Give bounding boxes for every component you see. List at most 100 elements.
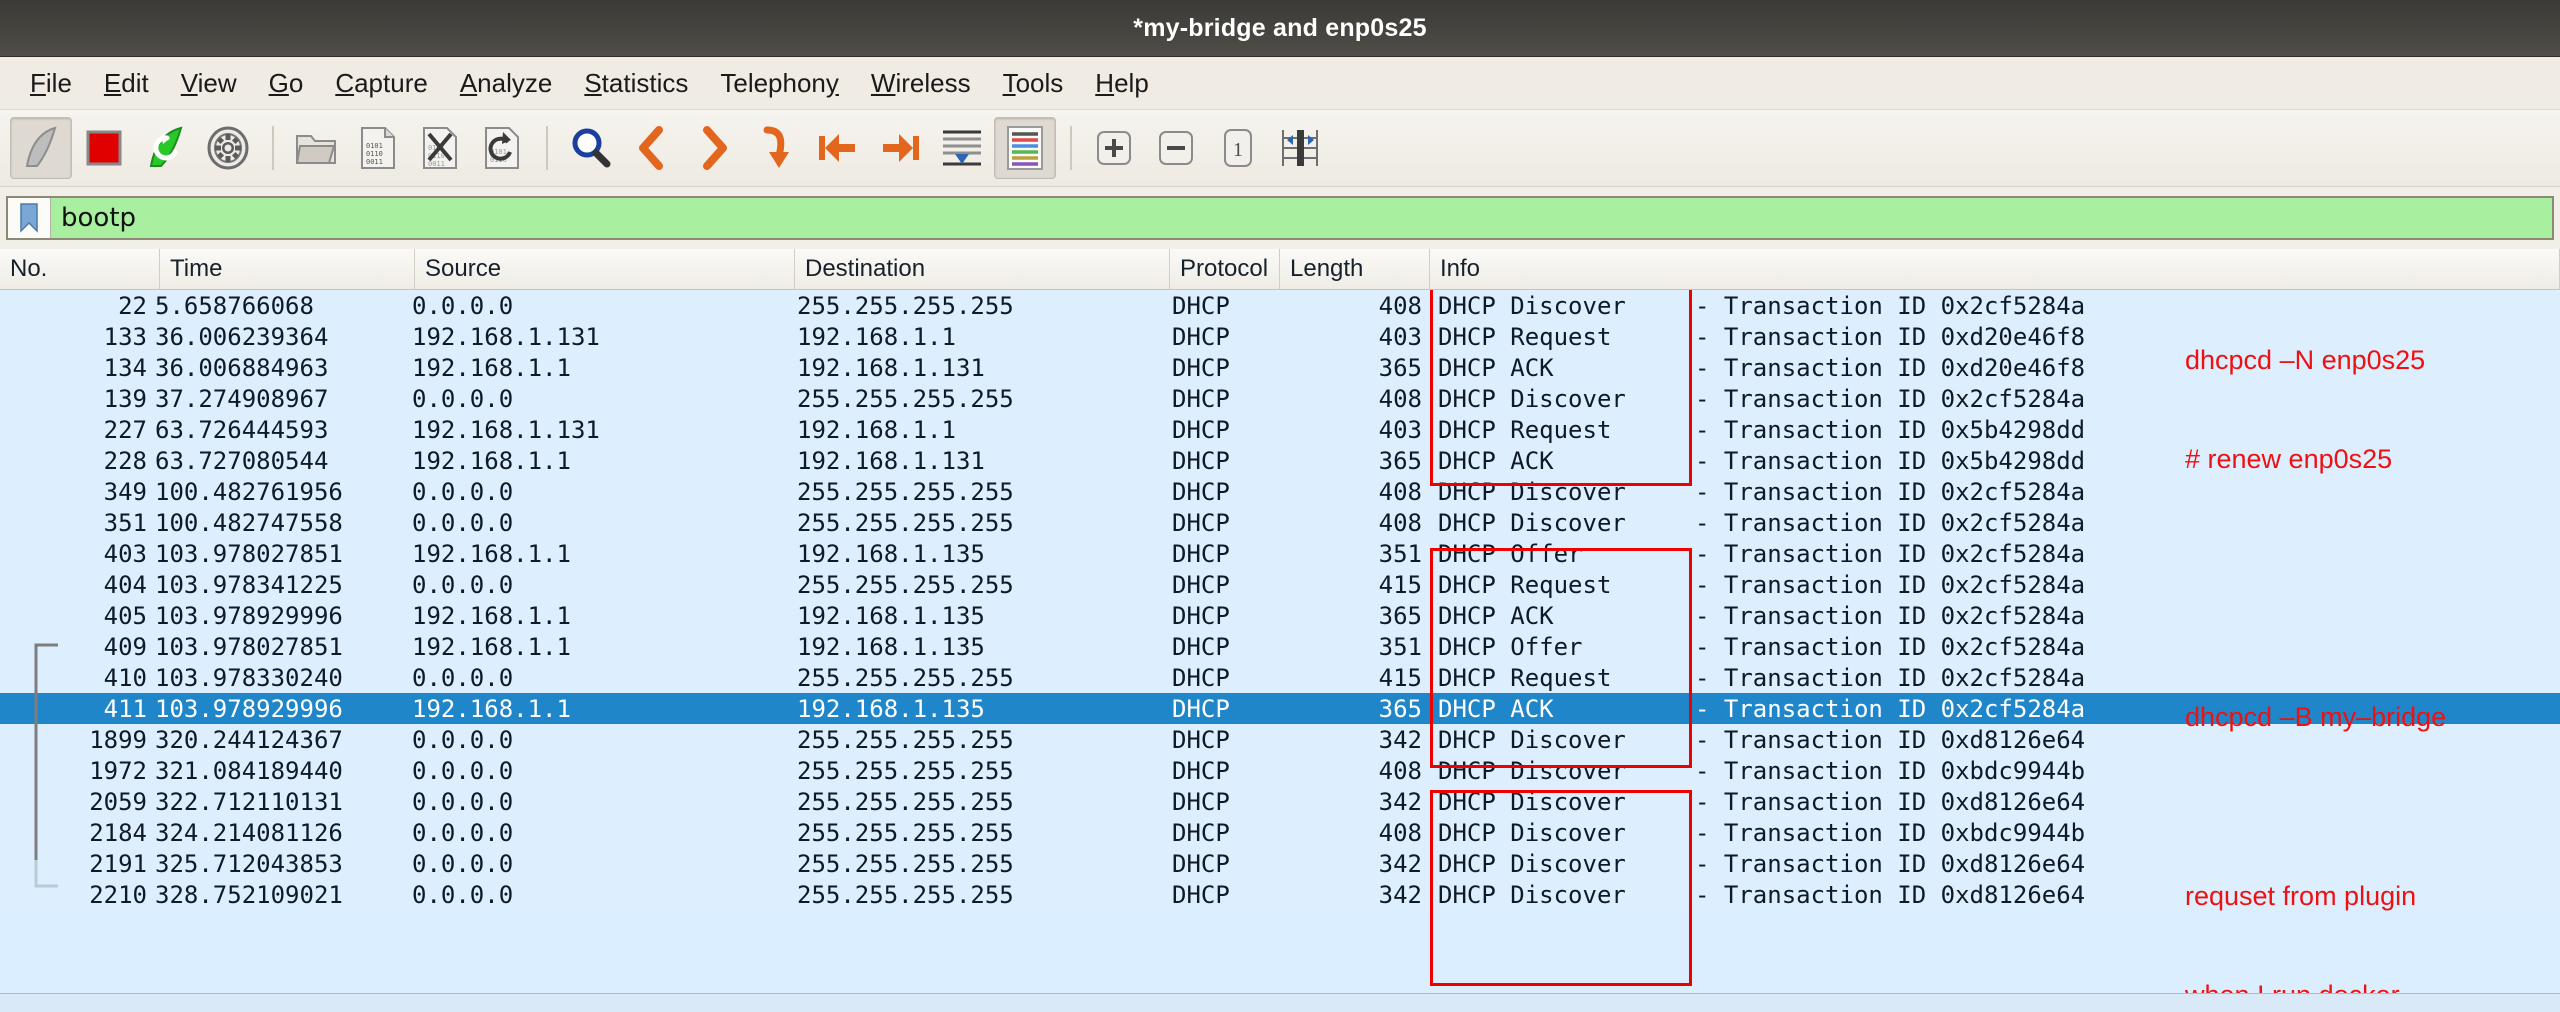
colorize-packets-icon[interactable] (994, 117, 1056, 179)
table-row[interactable]: 2191 325.712043853 0.0.0.0 255.255.255.255 D… (0, 848, 2560, 879)
table-row[interactable]: 410 103.978330240 0.0.0.0 255.255.255.255 DH… (0, 662, 2560, 693)
menu-item-edit[interactable]: Edit (88, 68, 165, 99)
cell-len: 342 (1378, 725, 1422, 754)
close-file-icon[interactable]: 0101 0110 0011 (410, 118, 470, 178)
table-row[interactable]: 351 100.482747558 0.0.0.0 255.255.255.255 DH… (0, 507, 2560, 538)
menu-item-telephony[interactable]: Telephony (704, 68, 855, 99)
menu-item-statistics[interactable]: Statistics (568, 68, 704, 99)
go-back-icon[interactable] (622, 118, 682, 178)
column-header-len[interactable]: Length (1280, 249, 1430, 289)
autoscroll-icon[interactable] (932, 118, 992, 178)
cell-src: 0.0.0.0 (412, 570, 514, 599)
table-row[interactable]: 409 103.978027851 192.168.1.1 192.168.1.135… (0, 631, 2560, 662)
table-row[interactable]: 22 5.658766068 0.0.0.0 255.255.255.255 DHCP 4… (0, 290, 2560, 321)
column-header-info[interactable]: Info (1430, 249, 2560, 289)
menu-item-go[interactable]: Go (253, 68, 320, 99)
transaction-id-label: - Transaction ID 0x2cf5284a (1695, 694, 2086, 723)
transaction-id-label: - Transaction ID 0x2cf5284a (1695, 291, 2086, 320)
menu-item-view[interactable]: View (165, 68, 253, 99)
cell-len: 342 (1378, 787, 1422, 816)
cell-time: 324.214081126 (155, 818, 343, 847)
column-header-proto[interactable]: Protocol (1170, 249, 1280, 289)
stop-capture-icon[interactable] (74, 118, 134, 178)
table-row[interactable]: 2059 322.712110131 0.0.0.0 255.255.255.255 D… (0, 786, 2560, 817)
table-row[interactable]: 1972 321.084189440 0.0.0.0 255.255.255.255 D… (0, 755, 2560, 786)
transaction-id-label: - Transaction ID 0x2cf5284a (1695, 384, 2086, 413)
cell-proto: DHCP (1172, 849, 1230, 878)
table-row[interactable]: 349 100.482761956 0.0.0.0 255.255.255.255 DH… (0, 476, 2560, 507)
svg-text:1: 1 (1233, 139, 1243, 161)
packet-type-label: DHCP Discover (1438, 818, 1626, 847)
menu-item-capture[interactable]: Capture (319, 68, 444, 99)
open-file-icon[interactable] (286, 118, 346, 178)
cell-time: 63.726444593 (155, 415, 329, 444)
cell-time: 103.978341225 (155, 570, 343, 599)
table-row[interactable]: 404 103.978341225 0.0.0.0 255.255.255.255 DH… (0, 569, 2560, 600)
cell-src: 0.0.0.0 (412, 291, 514, 320)
table-row[interactable]: 411 103.978929996 192.168.1.1 192.168.1.135… (0, 693, 2560, 724)
start-capture-icon[interactable] (10, 117, 72, 179)
packet-type-label: DHCP ACK (1438, 446, 1554, 475)
cell-len: 365 (1378, 353, 1422, 382)
bookmark-icon[interactable] (8, 198, 51, 238)
cell-dst: 192.168.1.131 (797, 446, 985, 475)
column-header-time[interactable]: Time (160, 249, 415, 289)
resize-columns-icon[interactable] (1270, 118, 1330, 178)
cell-time: 100.482747558 (155, 508, 343, 537)
table-row[interactable]: 139 37.274908967 0.0.0.0 255.255.255.255 DHC… (0, 383, 2560, 414)
packet-type-label: DHCP Request (1438, 663, 1612, 692)
cell-time: 103.978929996 (155, 694, 343, 723)
cell-len: 365 (1378, 446, 1422, 475)
go-forward-icon[interactable] (684, 118, 744, 178)
column-header-dst[interactable]: Destination (795, 249, 1170, 289)
cell-no: 22 (118, 291, 147, 320)
zoom-in-icon[interactable] (1084, 118, 1144, 178)
table-row[interactable]: 134 36.006884963 192.168.1.1 192.168.1.131 D… (0, 352, 2560, 383)
transaction-id-label: - Transaction ID 0x2cf5284a (1695, 508, 2086, 537)
display-filter-box[interactable] (6, 196, 2554, 240)
menu-item-file[interactable]: File (14, 68, 88, 99)
zoom-out-icon[interactable] (1146, 118, 1206, 178)
display-filter-input[interactable] (51, 198, 2552, 238)
column-header-src[interactable]: Source (415, 249, 795, 289)
table-row[interactable]: 1899 320.244124367 0.0.0.0 255.255.255.255 D… (0, 724, 2560, 755)
zoom-reset-icon[interactable]: 1 (1208, 118, 1268, 178)
capture-options-icon[interactable] (198, 118, 258, 178)
menu-item-help[interactable]: Help (1079, 68, 1164, 99)
menu-item-wireless[interactable]: Wireless (855, 68, 987, 99)
packet-list[interactable]: 22 5.658766068 0.0.0.0 255.255.255.255 DHCP 4… (0, 290, 2560, 993)
column-header-no[interactable]: No. (0, 249, 160, 289)
table-row[interactable]: 228 63.727080544 192.168.1.1 192.168.1.131 D… (0, 445, 2560, 476)
cell-src: 192.168.1.1 (412, 601, 571, 630)
transaction-id-label: - Transaction ID 0xd20e46f8 (1695, 353, 2086, 382)
packet-type-label: DHCP ACK (1438, 353, 1554, 382)
svg-text:0101: 0101 (366, 142, 383, 150)
cell-no: 1972 (89, 756, 147, 785)
cell-dst: 192.168.1.135 (797, 632, 985, 661)
cell-src: 0.0.0.0 (412, 818, 514, 847)
cell-len: 365 (1378, 694, 1422, 723)
go-to-packet-icon[interactable] (746, 118, 806, 178)
cell-time: 321.084189440 (155, 756, 343, 785)
cell-proto: DHCP (1172, 570, 1230, 599)
transaction-id-label: - Transaction ID 0x5b4298dd (1695, 446, 2086, 475)
table-row[interactable]: 403 103.978027851 192.168.1.1 192.168.1.135… (0, 538, 2560, 569)
cell-len: 408 (1378, 384, 1422, 413)
menu-item-tools[interactable]: Tools (987, 68, 1080, 99)
cell-dst: 255.255.255.255 (797, 384, 1014, 413)
table-row[interactable]: 2210 328.752109021 0.0.0.0 255.255.255.255 D… (0, 879, 2560, 910)
reload-file-icon[interactable]: 0101 0110 (472, 118, 532, 178)
go-to-first-packet-icon[interactable] (808, 118, 868, 178)
go-to-last-packet-icon[interactable] (870, 118, 930, 178)
table-row[interactable]: 2184 324.214081126 0.0.0.0 255.255.255.255 D… (0, 817, 2560, 848)
note-renew-line2: # renew enp0s25 (2185, 443, 2393, 474)
table-row[interactable]: 227 63.726444593 192.168.1.131 192.168.1.1 D… (0, 414, 2560, 445)
save-file-icon[interactable]: 0101 0110 0011 (348, 118, 408, 178)
cell-dst: 192.168.1.135 (797, 539, 985, 568)
table-row[interactable]: 405 103.978929996 192.168.1.1 192.168.1.135… (0, 600, 2560, 631)
table-row[interactable]: 133 36.006239364 192.168.1.131 192.168.1.1 D… (0, 321, 2560, 352)
menu-item-analyze[interactable]: Analyze (444, 68, 569, 99)
restart-capture-icon[interactable] (136, 118, 196, 178)
svg-text:0011: 0011 (366, 158, 383, 166)
find-packet-icon[interactable] (560, 118, 620, 178)
